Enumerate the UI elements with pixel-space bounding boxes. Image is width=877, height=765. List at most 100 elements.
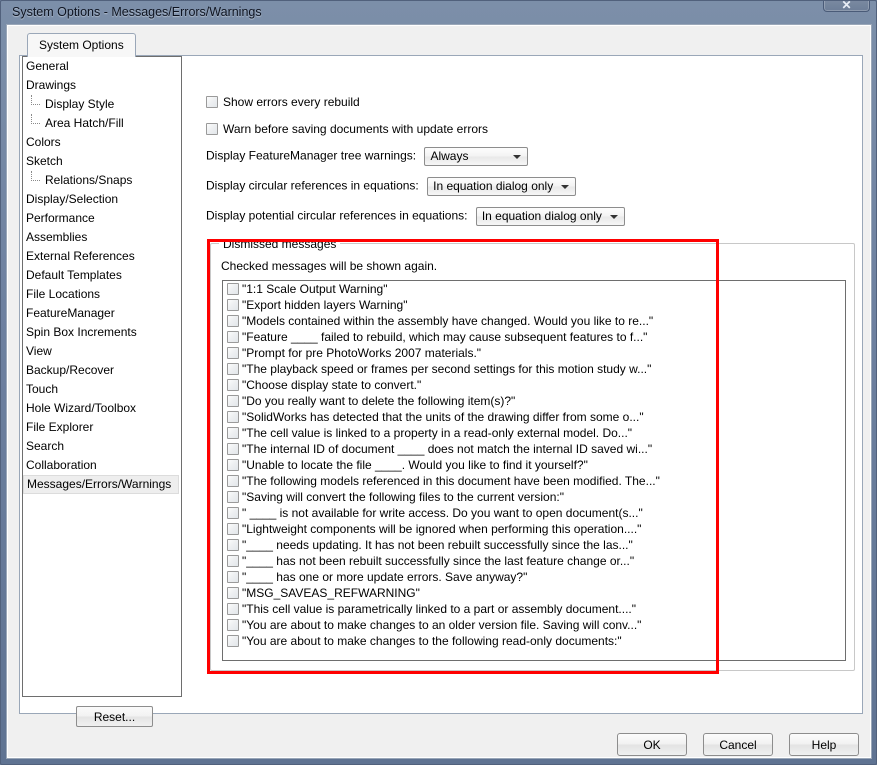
sidebar-item-label: External References (26, 249, 135, 263)
checkbox-dismissed-message[interactable] (227, 395, 239, 407)
dropdown-value: Always (430, 149, 469, 163)
checkbox-dismissed-message[interactable] (227, 299, 239, 311)
list-item[interactable]: "MSG_SAVEAS_REFWARNING" (223, 585, 845, 601)
checkbox-dismissed-message[interactable] (227, 507, 239, 519)
sidebar-item-drawings[interactable]: Drawings (23, 76, 181, 95)
sidebar-item-default-templates[interactable]: Default Templates (23, 266, 181, 285)
list-item[interactable]: "The following models referenced in this… (223, 473, 845, 489)
list-item[interactable]: "Feature ____ failed to rebuild, which m… (223, 329, 845, 345)
list-item[interactable]: " ____ is not available for write access… (223, 505, 845, 521)
options-category-tree[interactable]: General Drawings Display Style Area Hatch/F… (22, 56, 182, 697)
dismissed-message-label: "The internal ID of document ____ does n… (242, 442, 653, 456)
checkbox-dismissed-message[interactable] (227, 427, 239, 439)
list-item[interactable]: "1:1 Scale Output Warning" (223, 281, 845, 297)
sidebar-item-hole-wizard-toolbox[interactable]: Hole Wizard/Toolbox (23, 399, 181, 418)
checkbox-dismissed-message[interactable] (227, 635, 239, 647)
list-item[interactable]: "____ has not been rebuilt successfully … (223, 553, 845, 569)
sidebar-item-label: Sketch (26, 154, 63, 168)
ok-button[interactable]: OK (617, 733, 687, 756)
dropdown-featuremanager-tree-warnings[interactable]: Always (424, 147, 529, 166)
list-item[interactable]: "This cell value is parametrically linke… (223, 601, 845, 617)
cancel-button[interactable]: Cancel (703, 733, 773, 756)
dismissed-message-label: "MSG_SAVEAS_REFWARNING" (242, 586, 420, 600)
list-item[interactable]: "Do you really want to delete the follow… (223, 393, 845, 409)
sidebar-item-label: Drawings (26, 78, 77, 92)
checkbox-dismissed-message[interactable] (227, 347, 239, 359)
checkbox-dismissed-message[interactable] (227, 283, 239, 295)
sidebar-item-general[interactable]: General (23, 57, 181, 76)
checkbox-show-errors-every-rebuild[interactable] (206, 96, 218, 108)
sidebar-item-collaboration[interactable]: Collaboration (23, 456, 181, 475)
option-warn-before-saving[interactable]: Warn before saving documents with update… (206, 122, 488, 136)
sidebar-item-display-style[interactable]: Display Style (23, 95, 181, 114)
list-item[interactable]: "You are about to make changes to the fo… (223, 633, 845, 649)
sidebar-item-label: FeatureManager (26, 306, 115, 320)
list-item[interactable]: "Lightweight components will be ignored … (223, 521, 845, 537)
checkbox-dismissed-message[interactable] (227, 443, 239, 455)
sidebar-item-backup-recover[interactable]: Backup/Recover (23, 361, 181, 380)
sidebar-item-external-references[interactable]: External References (23, 247, 181, 266)
checkbox-dismissed-message[interactable] (227, 523, 239, 535)
checkbox-dismissed-message[interactable] (227, 555, 239, 567)
checkbox-dismissed-message[interactable] (227, 491, 239, 503)
sidebar-item-label: View (26, 344, 52, 358)
sidebar-item-colors[interactable]: Colors (23, 133, 181, 152)
list-item[interactable]: "____ needs updating. It has not been re… (223, 537, 845, 553)
option-label: Display potential circular references in… (206, 208, 468, 223)
sidebar-item-area-hatch-fill[interactable]: Area Hatch/Fill (23, 114, 181, 133)
sidebar-item-label: Default Templates (26, 268, 122, 282)
checkbox-dismissed-message[interactable] (227, 475, 239, 487)
list-item[interactable]: "The internal ID of document ____ does n… (223, 441, 845, 457)
sidebar-item-sketch[interactable]: Sketch (23, 152, 181, 171)
sidebar-item-featuremanager[interactable]: FeatureManager (23, 304, 181, 323)
tab-system-options[interactable]: System Options (27, 33, 136, 57)
option-show-errors-every-rebuild[interactable]: Show errors every rebuild (206, 95, 360, 109)
list-item[interactable]: "SolidWorks has detected that the units … (223, 409, 845, 425)
dismissed-message-label: "____ has not been rebuilt successfully … (242, 554, 635, 568)
checkbox-dismissed-message[interactable] (227, 459, 239, 471)
checkbox-dismissed-message[interactable] (227, 539, 239, 551)
option-featuremanager-tree-warnings: Display FeatureManager tree warnings: Al… (206, 147, 529, 166)
checkbox-dismissed-message[interactable] (227, 603, 239, 615)
sidebar-item-label: Messages/Errors/Warnings (27, 477, 172, 491)
dropdown-circular-references[interactable]: In equation dialog only (427, 177, 577, 196)
checkbox-dismissed-message[interactable] (227, 571, 239, 583)
list-item[interactable]: "Prompt for pre PhotoWorks 2007 material… (223, 345, 845, 361)
list-item[interactable]: "You are about to make changes to an old… (223, 617, 845, 633)
list-item[interactable]: "Unable to locate the file ____. Would y… (223, 457, 845, 473)
checkbox-dismissed-message[interactable] (227, 363, 239, 375)
sidebar-item-touch[interactable]: Touch (23, 380, 181, 399)
close-icon[interactable]: ✕ (823, 1, 870, 12)
checkbox-dismissed-message[interactable] (227, 619, 239, 631)
checkbox-dismissed-message[interactable] (227, 379, 239, 391)
sidebar-item-file-locations[interactable]: File Locations (23, 285, 181, 304)
chevron-down-icon (513, 154, 522, 159)
list-item[interactable]: "Saving will convert the following files… (223, 489, 845, 505)
dismissed-message-label: "Export hidden layers Warning" (242, 298, 408, 312)
sidebar-item-spin-box-increments[interactable]: Spin Box Increments (23, 323, 181, 342)
sidebar-item-relations-snaps[interactable]: Relations/Snaps (23, 171, 181, 190)
list-item[interactable]: "____ has one or more update errors. Sav… (223, 569, 845, 585)
list-item[interactable]: "Models contained within the assembly ha… (223, 313, 845, 329)
dismissed-messages-list[interactable]: "1:1 Scale Output Warning" "Export hidden… (222, 280, 846, 661)
sidebar-item-file-explorer[interactable]: File Explorer (23, 418, 181, 437)
checkbox-dismissed-message[interactable] (227, 587, 239, 599)
sidebar-item-performance[interactable]: Performance (23, 209, 181, 228)
list-item[interactable]: "The cell value is linked to a property … (223, 425, 845, 441)
list-item[interactable]: "The playback speed or frames per second… (223, 361, 845, 377)
list-item[interactable]: "Export hidden layers Warning" (223, 297, 845, 313)
checkbox-dismissed-message[interactable] (227, 315, 239, 327)
system-options-dialog: System Options - Messages/Errors/Warning… (0, 0, 877, 765)
sidebar-item-search[interactable]: Search (23, 437, 181, 456)
checkbox-dismissed-message[interactable] (227, 411, 239, 423)
sidebar-item-assemblies[interactable]: Assemblies (23, 228, 181, 247)
dismissed-messages-hint: Checked messages will be shown again. (221, 259, 438, 273)
help-button[interactable]: Help (789, 733, 859, 756)
dropdown-potential-circular-references[interactable]: In equation dialog only (475, 207, 625, 226)
sidebar-item-display-selection[interactable]: Display/Selection (23, 190, 181, 209)
list-item[interactable]: "Choose display state to convert." (223, 377, 845, 393)
checkbox-warn-before-saving[interactable] (206, 123, 218, 135)
sidebar-item-view[interactable]: View (23, 342, 181, 361)
checkbox-dismissed-message[interactable] (227, 331, 239, 343)
sidebar-item-messages-errors-warnings[interactable]: Messages/Errors/Warnings (23, 475, 179, 494)
